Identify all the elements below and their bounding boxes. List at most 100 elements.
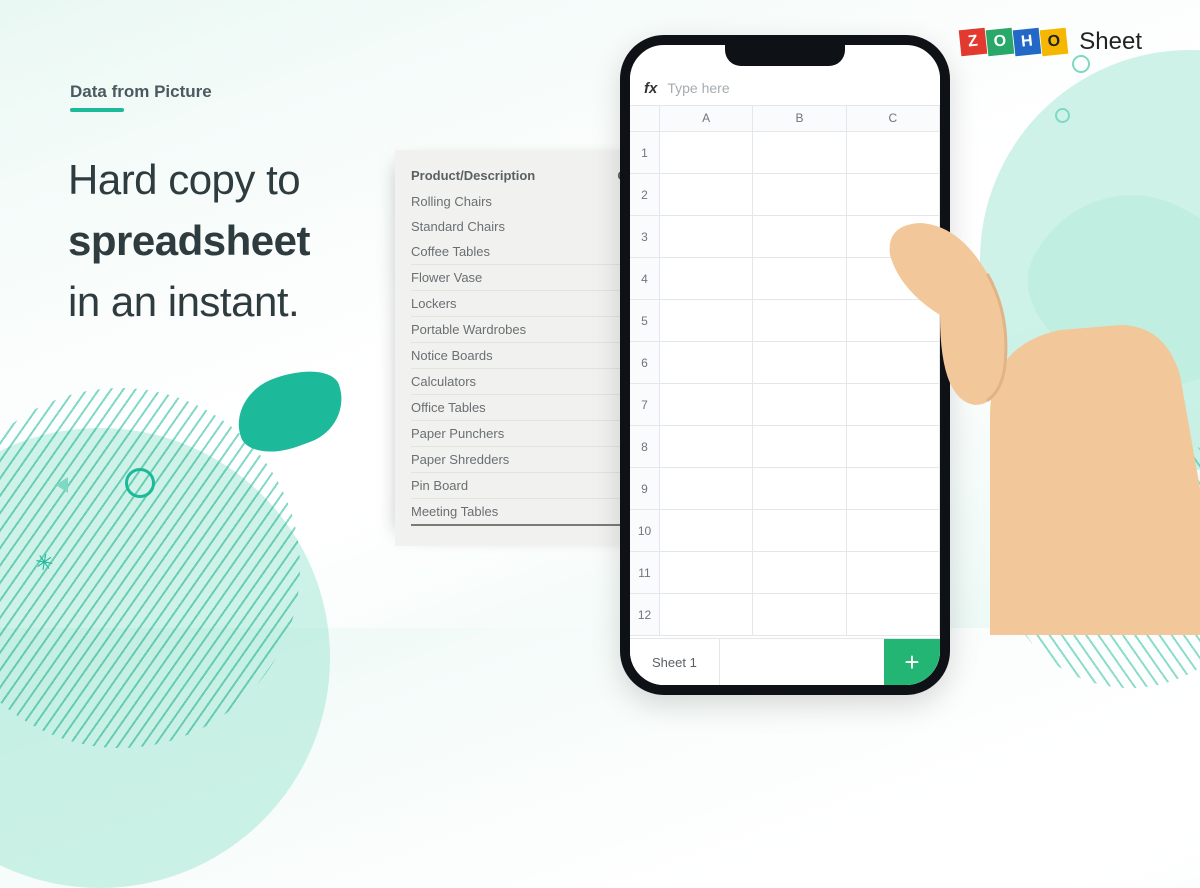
headline-line-1: Hard copy to [68,150,310,211]
cell[interactable] [753,174,846,216]
cell[interactable] [847,342,940,384]
receipt-row: Rolling Chairs12 [411,189,639,214]
receipt-product: Coffee Tables [411,244,490,259]
row-header[interactable]: 8 [630,426,660,468]
cell[interactable] [847,594,940,636]
receipt-row: Standard Chairs9 [411,214,639,239]
col-header-a[interactable]: A [660,105,753,131]
row-header[interactable]: 3 [630,216,660,258]
receipt-product: Rolling Chairs [411,194,492,209]
cell[interactable] [753,258,846,300]
grid-row[interactable]: 2 [630,174,940,216]
grid-row[interactable]: 8 [630,426,940,468]
receipt-product: Lockers [411,296,457,311]
row-header[interactable]: 6 [630,342,660,384]
col-header-b[interactable]: B [753,105,846,131]
phone-mockup: fx Type here A B C 123456789101112 Sheet… [620,35,950,695]
sheet-tab[interactable]: Sheet 1 [630,639,720,685]
receipt-row: Pin Board19 [411,473,639,499]
row-header[interactable]: 9 [630,468,660,510]
row-header[interactable]: 7 [630,384,660,426]
cell[interactable] [753,300,846,342]
receipt-product: Office Tables [411,400,486,415]
grid-row[interactable]: 5 [630,300,940,342]
add-sheet-button[interactable]: + [884,639,940,685]
cell[interactable] [660,132,753,174]
cell[interactable] [753,594,846,636]
formula-input[interactable]: Type here [667,80,729,96]
receipt-product: Meeting Tables [411,504,498,519]
grid-row[interactable]: 1 [630,132,940,174]
eyebrow-label: Data from Picture [70,82,212,102]
cell[interactable] [847,384,940,426]
headline-line-2-bold: spreadsheet [68,217,310,264]
row-header[interactable]: 12 [630,594,660,636]
cell[interactable] [660,216,753,258]
receipt-row: Lockers23 [411,291,639,317]
cell[interactable] [753,552,846,594]
cell[interactable] [847,300,940,342]
cell[interactable] [847,468,940,510]
col-header-c[interactable]: C [847,105,940,131]
phone-bottom-toolbar: Sheet 1 + [630,638,940,685]
cell[interactable] [753,132,846,174]
cell[interactable] [753,510,846,552]
cell[interactable] [660,468,753,510]
row-header[interactable]: 2 [630,174,660,216]
grid-row[interactable]: 12 [630,594,940,636]
cell[interactable] [660,384,753,426]
cell[interactable] [660,342,753,384]
cell[interactable] [660,174,753,216]
eyebrow-underline [70,108,124,112]
zoho-sheet-logo: ZOHO Sheet [960,28,1142,56]
bg-ring-small [125,468,155,498]
grid-row[interactable]: 9 [630,468,940,510]
receipt-row: Meeting Tables9 [411,499,639,526]
receipt-product: Paper Shredders [411,452,509,467]
formula-bar[interactable]: fx Type here [630,71,940,106]
cell[interactable] [660,300,753,342]
cell[interactable] [753,468,846,510]
bg-stripes-right [1000,428,1200,688]
grid-row[interactable]: 7 [630,384,940,426]
cell[interactable] [847,552,940,594]
grid-row[interactable]: 3 [630,216,940,258]
cell[interactable] [753,216,846,258]
row-header[interactable]: 5 [630,300,660,342]
row-header[interactable]: 1 [630,132,660,174]
row-header[interactable]: 4 [630,258,660,300]
row-header[interactable]: 10 [630,510,660,552]
phone-notch [725,44,845,66]
cell[interactable] [847,132,940,174]
cell[interactable] [660,510,753,552]
cell[interactable] [660,552,753,594]
cell[interactable] [847,426,940,468]
grid-row[interactable]: 11 [630,552,940,594]
receipt-product: Calculators [411,374,476,389]
grid-row[interactable]: 6 [630,342,940,384]
grid-row[interactable]: 10 [630,510,940,552]
receipt-product: Paper Punchers [411,426,504,441]
receipt-product: Standard Chairs [411,219,505,234]
row-header[interactable]: 11 [630,552,660,594]
receipt-product: Portable Wardrobes [411,322,526,337]
cell[interactable] [847,174,940,216]
cell[interactable] [847,216,940,258]
cell[interactable] [660,258,753,300]
receipt-row: Notice Boards7 [411,343,639,369]
zoho-wordmark: ZOHO [960,29,1067,55]
bg-triangle-icon [56,477,68,493]
cell[interactable] [660,594,753,636]
fx-icon: fx [644,80,657,97]
cell[interactable] [847,258,940,300]
receipt-row: Calculators21 [411,369,639,395]
cell[interactable] [660,426,753,468]
cell[interactable] [847,510,940,552]
receipt-product: Pin Board [411,478,468,493]
grid-row[interactable]: 4 [630,258,940,300]
cell[interactable] [753,426,846,468]
cell[interactable] [753,342,846,384]
receipt-row: Coffee Tables11 [411,239,639,265]
spreadsheet-grid[interactable]: A B C 123456789101112 [630,105,940,685]
cell[interactable] [753,384,846,426]
